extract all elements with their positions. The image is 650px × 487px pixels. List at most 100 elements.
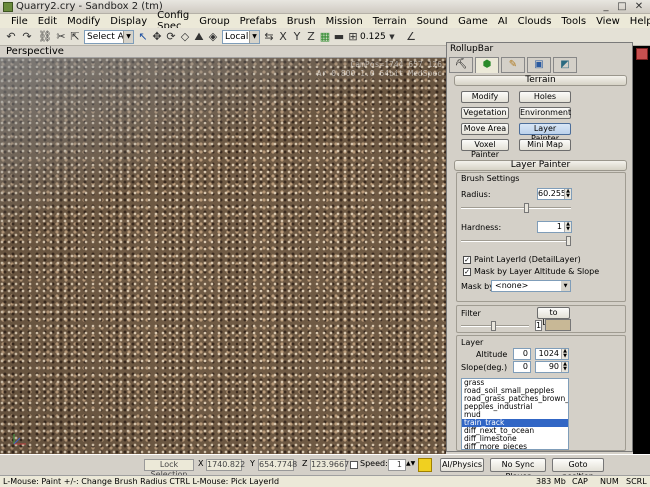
redo-icon[interactable]: ↷ <box>20 30 34 44</box>
undo-icon[interactable]: ↶ <box>4 30 18 44</box>
physics-toggle-icon[interactable] <box>418 458 432 472</box>
terrain-tab-icon[interactable]: ⬢ <box>475 57 499 73</box>
layer-list[interactable]: grass road_soil_small_pepples road_grass… <box>461 378 569 450</box>
speed-spinner-icon[interactable]: ▲▼ <box>406 458 415 471</box>
mask-altitude-checkbox[interactable]: ✓ <box>463 268 471 276</box>
menu-view[interactable]: View <box>591 16 625 27</box>
layer-item[interactable]: diff_more_pieces <box>462 443 568 450</box>
hardness-slider[interactable] <box>461 236 571 246</box>
snap-terrain-icon[interactable]: ⛰ <box>192 30 206 44</box>
goto-position-button[interactable]: Goto position <box>552 458 604 481</box>
mask-by-dropdown[interactable]: <none> ▼ <box>491 280 571 292</box>
menu-tools[interactable]: Tools <box>556 16 591 27</box>
unlink-icon[interactable]: ✂ <box>54 30 68 44</box>
cap-indicator: CAP <box>572 477 588 486</box>
paint-layer-checkbox[interactable]: ✓ <box>463 256 471 264</box>
voxel-painter-button[interactable]: Voxel Painter <box>461 139 509 159</box>
filter-slider-thumb[interactable] <box>491 321 496 331</box>
grid-size-value[interactable]: 0.125 <box>360 32 386 42</box>
terrain-panel-header[interactable]: Terrain <box>454 75 627 86</box>
link-icon[interactable]: ⛓ <box>38 30 52 44</box>
hardness-slider-thumb[interactable] <box>566 236 571 246</box>
viewport-title[interactable]: Perspective <box>6 46 64 57</box>
layers-tab-icon[interactable]: ◩ <box>553 57 577 73</box>
menu-prefabs[interactable]: Prefabs <box>235 16 282 27</box>
vegetation-button[interactable]: Vegetation <box>461 107 509 119</box>
move-area-button[interactable]: Move Area <box>461 123 509 135</box>
altitude-spinner-icon[interactable]: ▲ ▼ <box>561 349 568 359</box>
radius-slider[interactable] <box>461 203 571 213</box>
menu-edit[interactable]: Edit <box>33 16 62 27</box>
menu-mission[interactable]: Mission <box>321 16 368 27</box>
grid-icon[interactable]: ⊞ <box>346 30 360 44</box>
ai-physics-button[interactable]: AI/Physics <box>440 458 484 472</box>
display-tab-icon[interactable]: ▣ <box>527 57 551 73</box>
hardness-spinner-icon[interactable]: ▲ ▼ <box>564 222 571 232</box>
radius-slider-thumb[interactable] <box>524 203 529 213</box>
perspective-viewport[interactable]: CamPos=1744 657 126 Ar 0.800 1.0 64bit M… <box>0 58 446 454</box>
move-icon[interactable]: ✥ <box>150 30 164 44</box>
coord-system-dropdown[interactable]: Local ▼ <box>222 30 260 44</box>
num-indicator: NUM <box>600 477 619 486</box>
modelling-tab-icon[interactable]: ✎ <box>501 57 525 73</box>
menu-sound[interactable]: Sound <box>412 16 454 27</box>
hardness-input[interactable]: 1 ▲ ▼ <box>537 221 572 233</box>
create-tab-icon[interactable]: ⛏ <box>449 57 473 73</box>
snap-object-icon[interactable]: ◈ <box>206 30 220 44</box>
environment-button[interactable]: Environment <box>519 107 571 119</box>
select-mode-icon[interactable]: ↖ <box>136 30 150 44</box>
render-info-readout: Ar 0.800 1.0 64bit MedSpec <box>316 69 442 78</box>
scale-icon[interactable]: ◇ <box>178 30 192 44</box>
altitude-min-input[interactable]: 0 <box>513 348 531 360</box>
axis-x-button[interactable]: X <box>276 30 290 44</box>
layer-painter-button[interactable]: Layer Painter <box>519 123 571 143</box>
terrain-view-icon[interactable]: ▦ <box>318 30 332 44</box>
snap-angle-icon[interactable]: ∠ <box>404 30 418 44</box>
filter-value[interactable]: 1 <box>535 320 542 331</box>
no-sync-player-button[interactable]: No Sync Player <box>490 458 546 481</box>
ruler-icon[interactable]: ▬ <box>332 30 346 44</box>
menu-display[interactable]: Display <box>105 16 152 27</box>
radius-spinner-icon[interactable]: ▲ ▼ <box>564 189 571 199</box>
slope-min-input[interactable]: 0 <box>513 361 531 373</box>
x-coordinate-field[interactable]: 1740.822 <box>206 459 245 471</box>
select-icon[interactable]: ⇱ <box>68 30 82 44</box>
menu-game[interactable]: Game <box>453 16 493 27</box>
minimize-button[interactable]: _ <box>598 1 614 13</box>
memory-readout: 383 Mb <box>536 477 566 486</box>
menu-group[interactable]: Group <box>194 16 234 27</box>
altitude-max-input[interactable]: 1024 ▲ ▼ <box>535 348 569 360</box>
menu-ai[interactable]: AI <box>493 16 513 27</box>
chevron-down-icon[interactable]: ▼ <box>388 30 396 44</box>
modify-button[interactable]: Modify <box>461 91 509 103</box>
radius-input[interactable]: 60.255 ▲ ▼ <box>537 188 572 200</box>
y-coordinate-field[interactable]: 654.7748 <box>258 459 297 471</box>
slope-spinner-icon[interactable]: ▲ ▼ <box>561 362 568 372</box>
filter-slider[interactable] <box>461 321 529 331</box>
menu-modify[interactable]: Modify <box>62 16 105 27</box>
speed-input[interactable]: 1 <box>388 459 406 471</box>
holes-button[interactable]: Holes <box>519 91 571 103</box>
axis-y-button[interactable]: Y <box>290 30 304 44</box>
lock-selection-button[interactable]: Lock Selection <box>144 459 194 479</box>
to-layer-button[interactable]: to Layer <box>537 307 570 327</box>
selection-filter-dropdown[interactable]: Select All ▼ <box>84 30 134 44</box>
maximize-button[interactable]: □ <box>614 1 630 13</box>
axis-z-button[interactable]: Z <box>304 30 318 44</box>
menu-terrain[interactable]: Terrain <box>368 16 412 27</box>
menu-clouds[interactable]: Clouds <box>513 16 557 27</box>
mini-map-button[interactable]: Mini Map <box>519 139 571 151</box>
menu-help[interactable]: Help <box>625 16 650 27</box>
app-icon <box>3 2 13 12</box>
close-panel-icon[interactable] <box>636 48 648 60</box>
speed-checkbox[interactable] <box>350 461 358 469</box>
rotate-icon[interactable]: ⟳ <box>164 30 178 44</box>
layer-painter-panel-header[interactable]: Layer Painter <box>454 160 627 171</box>
filter-color-swatch[interactable] <box>545 319 571 331</box>
slope-max-input[interactable]: 90 ▲ ▼ <box>535 361 569 373</box>
menu-file[interactable]: File <box>6 16 33 27</box>
z-coordinate-field[interactable]: 123.9667 <box>310 459 349 471</box>
menu-brush[interactable]: Brush <box>282 16 321 27</box>
close-button[interactable]: ✕ <box>631 1 647 13</box>
axis-lock-icon[interactable]: ⇆ <box>262 30 276 44</box>
